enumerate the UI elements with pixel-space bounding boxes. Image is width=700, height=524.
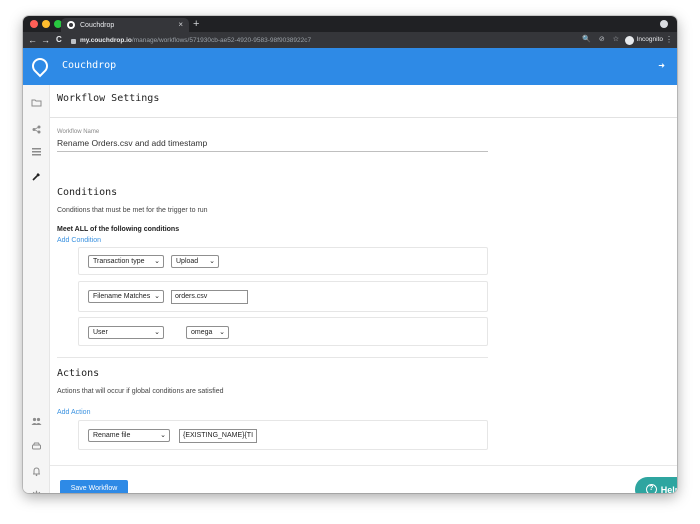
condition-field-value: Filename Matches <box>93 293 151 300</box>
main-content: Workflow Settings Workflow Name Rename O… <box>50 85 677 493</box>
brand-name: Couchdrop <box>62 60 117 71</box>
folder-icon[interactable] <box>31 97 42 108</box>
browser-window: Couchdrop × + ← → C my.couchdrop.io /man… <box>23 16 677 493</box>
workflow-wand-icon[interactable] <box>31 171 42 182</box>
couchdrop-logo-icon[interactable] <box>28 54 52 78</box>
footer-divider <box>50 465 677 466</box>
url-host: my.couchdrop.io <box>80 36 132 44</box>
save-workflow-button[interactable]: Save Workflow <box>60 480 128 493</box>
help-button[interactable]: ? Help <box>635 477 677 493</box>
sidebar <box>23 85 50 493</box>
url-path: /manage/workflows/571930cb-ae52-4920-958… <box>131 36 312 44</box>
help-question-icon: ? <box>645 484 657 493</box>
condition-value-select[interactable]: Upload ⌄ <box>171 255 219 268</box>
logout-icon[interactable]: ➜ <box>658 61 665 70</box>
couchdrop-favicon-icon <box>67 21 75 29</box>
browser-toolbar: ← → C my.couchdrop.io /manage/workflows/… <box>23 32 677 48</box>
storage-icon[interactable] <box>31 441 42 452</box>
chevron-down-icon: ⌄ <box>219 329 225 336</box>
section-divider <box>57 357 488 358</box>
condition-value-select[interactable]: omega ⌄ <box>186 326 229 339</box>
title-divider <box>50 117 677 118</box>
lock-icon <box>71 38 76 44</box>
condition-field-select[interactable]: Filename Matches ⌄ <box>88 290 164 303</box>
actions-heading: Actions <box>57 368 100 379</box>
chevron-down-icon: ⌄ <box>154 258 160 265</box>
filename-pattern-input[interactable]: orders.csv <box>171 290 248 304</box>
condition-field-select[interactable]: User ⌄ <box>88 326 164 339</box>
tracking-blocked-icon[interactable]: ⊘ <box>599 34 605 46</box>
browser-tab[interactable]: Couchdrop × <box>61 18 189 32</box>
address-bar[interactable]: my.couchdrop.io /manage/workflows/571930… <box>71 35 631 45</box>
add-action-link[interactable]: Add Action <box>57 409 90 416</box>
tab-strip: Couchdrop × + <box>23 16 677 32</box>
action-card: Rename file ⌄ {EXISTING_NAME}{TI <box>78 420 488 450</box>
condition-value: Upload <box>176 258 199 265</box>
incognito-icon <box>624 35 634 45</box>
notifications-bell-icon[interactable] <box>31 466 42 477</box>
chevron-down-icon: ⌄ <box>154 329 160 336</box>
workflow-name-label: Workflow Name <box>57 129 100 135</box>
action-type-select[interactable]: Rename file ⌄ <box>88 429 170 442</box>
condition-field-value: User <box>93 329 108 336</box>
meet-all-label: Meet ALL of the following conditions <box>57 226 180 233</box>
condition-field-value: Transaction type <box>93 258 145 265</box>
settings-gear-icon[interactable] <box>31 490 42 493</box>
actions-description: Actions that will occur if global condit… <box>57 388 224 395</box>
bookmark-star-icon[interactable]: ☆ <box>613 34 619 46</box>
incognito-label: Incognito <box>636 36 663 43</box>
back-button[interactable]: ← <box>28 34 37 46</box>
zoom-icon[interactable]: 🔍 <box>582 34 591 46</box>
add-condition-link[interactable]: Add Condition <box>57 237 101 244</box>
browser-menu-icon[interactable]: ⋮ <box>665 34 673 46</box>
condition-value: omega <box>191 329 213 336</box>
minimize-window-button[interactable] <box>42 20 50 28</box>
help-label: Help <box>660 484 677 494</box>
list-icon[interactable] <box>31 146 42 157</box>
users-icon[interactable] <box>31 416 42 427</box>
share-icon[interactable] <box>31 124 42 135</box>
condition-card: Transaction type ⌄ Upload ⌄ <box>78 247 488 275</box>
window-extension-icon[interactable] <box>660 20 668 28</box>
incognito-indicator[interactable]: Incognito <box>624 34 663 46</box>
reload-button[interactable]: C <box>56 34 62 46</box>
page-title: Workflow Settings <box>57 93 160 104</box>
condition-field-select[interactable]: Transaction type ⌄ <box>88 255 164 268</box>
conditions-description: Conditions that must be met for the trig… <box>57 207 208 214</box>
action-type-value: Rename file <box>93 432 131 439</box>
tab-close-icon[interactable]: × <box>178 21 183 29</box>
workflow-name-input[interactable]: Rename Orders.csv and add timestamp <box>57 138 488 152</box>
toolbar-icons: 🔍 ⊘ ☆ <box>582 34 619 46</box>
chevron-down-icon: ⌄ <box>209 258 215 265</box>
chevron-down-icon: ⌄ <box>154 293 160 300</box>
rename-pattern-input[interactable]: {EXISTING_NAME}{TI <box>179 429 257 443</box>
app-header: Couchdrop ➜ <box>23 48 677 85</box>
close-window-button[interactable] <box>30 20 38 28</box>
chevron-down-icon: ⌄ <box>160 432 166 439</box>
new-tab-button[interactable]: + <box>193 18 199 30</box>
condition-card: User ⌄ omega ⌄ <box>78 317 488 346</box>
forward-button[interactable]: → <box>41 34 50 46</box>
tab-title: Couchdrop <box>80 21 115 29</box>
condition-card: Filename Matches ⌄ orders.csv <box>78 281 488 312</box>
window-controls <box>30 20 62 28</box>
conditions-heading: Conditions <box>57 187 118 198</box>
